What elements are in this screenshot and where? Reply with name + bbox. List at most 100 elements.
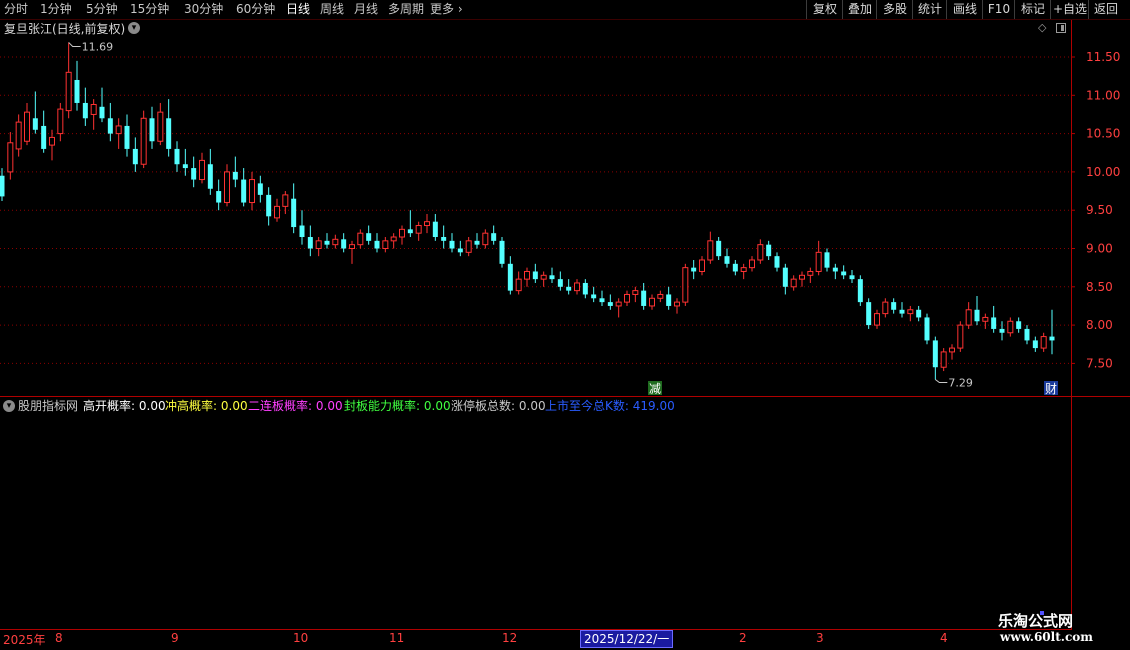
xaxis-year-label: 2025年	[3, 633, 46, 647]
high-marker-arrow	[68, 42, 81, 47]
xaxis-month-label: 2	[739, 631, 747, 645]
draw-line-button[interactable]: 画线	[946, 0, 983, 19]
candle-body-up	[1040, 336, 1047, 349]
panel-toggle-icon[interactable]	[1056, 23, 1066, 33]
mark-button[interactable]: 标记	[1014, 0, 1051, 19]
candle-body-down	[1049, 336, 1055, 341]
period-tab-5min[interactable]: 5分钟	[86, 1, 118, 18]
xaxis-month-label: 8	[55, 631, 63, 645]
price-tick-label: 8.50	[1086, 280, 1113, 294]
candle-body-down	[491, 233, 497, 241]
fuquan-button[interactable]: 复权	[806, 0, 843, 19]
candle-body-up	[807, 270, 814, 276]
candle-body-up	[140, 117, 147, 165]
period-tab-15min[interactable]: 15分钟	[130, 1, 169, 18]
candle-body-up	[815, 251, 822, 272]
period-tab-fenshi[interactable]: 分时	[4, 1, 28, 18]
period-tab-monthly[interactable]: 月线	[354, 1, 378, 18]
ind-chonggao-label: 冲高概率:	[165, 399, 218, 413]
candle-body-up	[624, 293, 630, 303]
candle-body-up	[415, 225, 422, 234]
candle-body-up	[907, 309, 914, 315]
stats-button[interactable]: 统计	[912, 0, 947, 19]
period-tab-1min[interactable]: 1分钟	[40, 1, 72, 18]
candle-body-down	[366, 233, 372, 241]
add-favorite-button[interactable]: +自选	[1050, 0, 1089, 19]
chevron-down-icon[interactable]: ▾	[3, 400, 15, 412]
candle-body-down	[507, 263, 513, 291]
candle-body-down	[291, 198, 297, 228]
candle-body-down	[307, 237, 313, 249]
f10-button[interactable]: F10	[982, 0, 1015, 19]
candle-body-up	[982, 316, 989, 322]
candle-body-down	[832, 267, 838, 272]
xaxis-month-label: 4	[940, 631, 948, 645]
candle-body-down	[499, 240, 505, 264]
candle-body-down	[124, 125, 130, 149]
price-tick-label: 7.50	[1086, 356, 1113, 370]
candle-body-down	[266, 194, 272, 217]
candle-body-down	[74, 79, 80, 103]
candle-body-up	[790, 278, 797, 288]
ind-chonggao-value: 0.00	[220, 399, 248, 413]
candle-body-up	[699, 259, 705, 272]
candle-body-down	[474, 240, 480, 245]
price-tick-label: 9.00	[1086, 242, 1113, 256]
period-tab-multi[interactable]: 多周期	[388, 1, 424, 18]
candle-body-down	[174, 148, 180, 165]
low-marker-arrow	[935, 379, 948, 383]
period-tab-daily[interactable]: 日线	[286, 1, 310, 18]
ind-gaokai-value: 0.00	[138, 399, 166, 413]
ind-fengban-value: 0.00	[423, 399, 451, 413]
overlay-button[interactable]: 叠加	[842, 0, 877, 19]
stock-title[interactable]: 复旦张江(日线,前复权)	[4, 20, 125, 38]
period-tab-30min[interactable]: 30分钟	[184, 1, 223, 18]
candle-body-up	[749, 259, 755, 269]
candle-body-down	[432, 221, 438, 238]
ind-total-k-label: 上市至今总K数:	[545, 399, 629, 413]
candle-body-up	[65, 71, 72, 112]
period-tab-more[interactable]: 更多 ›	[430, 1, 463, 18]
candle-body-up	[799, 274, 805, 280]
candle-body-down	[441, 237, 447, 241]
xaxis-month-label: 11	[389, 631, 405, 645]
candle-body-down	[849, 275, 855, 280]
back-button[interactable]: 返回	[1088, 0, 1123, 19]
candle-body-down	[691, 267, 697, 272]
event-badge-jian-label: 减	[649, 382, 661, 396]
candle-body-down	[1032, 340, 1038, 349]
candle-body-up	[7, 142, 14, 173]
price-tick-label: 11.50	[1086, 50, 1120, 64]
candle-body-up	[349, 244, 355, 249]
candle-body-down	[824, 252, 830, 268]
ind-gaokai-label: 高开概率:	[83, 399, 136, 413]
candle-body-up	[332, 238, 339, 246]
candle-body-down	[549, 275, 555, 280]
event-badge-cai-label: 财	[1045, 382, 1057, 396]
ind-total-k: 上市至今总K数: 419.00	[545, 399, 675, 413]
candle-body-down	[207, 164, 213, 189]
period-tab-60min[interactable]: 60分钟	[236, 1, 275, 18]
chevron-right-icon: ›	[454, 2, 463, 16]
candle-body-down	[374, 240, 380, 249]
candle-body-down	[299, 225, 305, 238]
candle-body-down	[607, 302, 613, 306]
candle-body-down	[599, 298, 605, 303]
chevron-down-icon[interactable]: ▾	[128, 22, 140, 34]
candle-body-up	[740, 267, 747, 272]
ind-zhangting-value: 0.00	[518, 399, 546, 413]
multi-stock-button[interactable]: 多股	[876, 0, 913, 19]
kline-chart[interactable]: 7.50 8.00 8.50 9.00 9.50 10.00 10.50 11.00 11.50…	[0, 0, 1130, 650]
candle-body-down	[149, 118, 155, 142]
period-tab-weekly[interactable]: 周线	[320, 1, 344, 18]
candle-body-down	[324, 240, 330, 245]
indicator-name[interactable]: 股朋指标网	[18, 399, 78, 413]
candle-body-down	[182, 164, 188, 169]
candle-body-up	[940, 351, 947, 368]
price-tick-label: 8.00	[1086, 318, 1113, 332]
ind-zhangting: 涨停板总数: 0.00	[451, 399, 546, 413]
candle-body-up	[424, 221, 430, 227]
candle-body-up	[707, 240, 714, 261]
diamond-icon[interactable]: ◇	[1038, 21, 1046, 34]
more-label: 更多	[430, 2, 455, 16]
